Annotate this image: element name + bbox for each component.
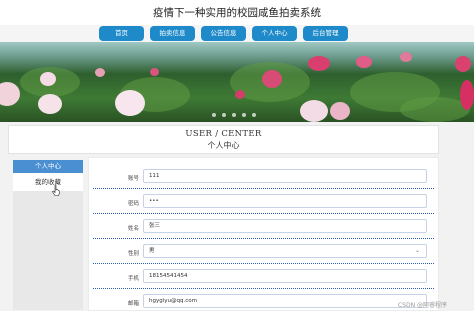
account-label: 账号 <box>127 176 139 182</box>
watermark: CSDN @阿睿程序 <box>398 302 448 309</box>
page-title-cn: 个人中心 <box>207 141 240 150</box>
nav-user-center-button[interactable]: 个人中心 <box>252 26 297 41</box>
row-divider <box>93 263 434 264</box>
gender-value: 男 <box>149 248 155 254</box>
chevron-down-icon: ⌄ <box>414 247 420 254</box>
form-row-name: 姓名 张三 <box>89 216 440 241</box>
name-input[interactable]: 张三 <box>143 219 427 233</box>
sidebar-item-favorites[interactable]: 我的收藏 <box>13 173 83 191</box>
banner-carousel[interactable] <box>0 42 474 122</box>
site-header: 疫情下一种实用的校园咸鱼拍卖系统 <box>0 0 474 25</box>
email-label: 邮箱 <box>127 301 139 307</box>
carousel-dot[interactable] <box>252 113 256 117</box>
form-row-account: 账号 111 <box>89 166 440 191</box>
user-sidebar: 个人中心 我的收藏 <box>13 160 83 310</box>
nav-admin-button[interactable]: 后台管理 <box>303 26 348 41</box>
carousel-dot[interactable] <box>232 113 236 117</box>
carousel-indicators <box>212 113 262 119</box>
name-label: 姓名 <box>127 226 139 232</box>
row-divider <box>93 213 434 214</box>
sidebar-item-user-center[interactable]: 个人中心 <box>13 160 83 173</box>
user-center-header: USER / CENTER 个人中心 <box>8 125 439 154</box>
phone-input[interactable]: 18154541454 <box>143 269 427 283</box>
gender-select[interactable]: 男 ⌄ <box>143 244 427 258</box>
nav-auction-button[interactable]: 拍卖信息 <box>150 26 195 41</box>
page-title-en: USER / CENTER <box>185 129 262 139</box>
email-input[interactable]: hgygiyu@qq.com <box>143 294 427 308</box>
hand-cursor-icon <box>52 185 60 196</box>
carousel-dot[interactable] <box>222 113 226 117</box>
row-divider <box>93 288 434 289</box>
carousel-dot[interactable] <box>212 113 216 117</box>
row-divider <box>93 188 434 189</box>
row-divider <box>93 238 434 239</box>
form-row-gender: 性别 男 ⌄ <box>89 241 440 266</box>
form-row-email: 邮箱 hgygiyu@qq.com <box>89 291 440 311</box>
password-input[interactable]: ••• <box>143 194 427 208</box>
main-nav: 首页 拍卖信息 公告信息 个人中心 后台管理 <box>0 25 474 42</box>
account-input[interactable]: 111 <box>143 169 427 183</box>
nav-home-button[interactable]: 首页 <box>99 26 144 41</box>
gender-label: 性别 <box>127 251 139 257</box>
profile-form: 账号 111 密码 ••• 姓名 张三 性别 男 ⌄ 手机 1815454145… <box>88 157 439 311</box>
form-row-phone: 手机 18154541454 <box>89 266 440 291</box>
password-label: 密码 <box>127 201 139 207</box>
site-title: 疫情下一种实用的校园咸鱼拍卖系统 <box>153 7 321 19</box>
phone-label: 手机 <box>127 276 139 282</box>
form-row-password: 密码 ••• <box>89 191 440 216</box>
carousel-dot[interactable] <box>242 113 246 117</box>
nav-notice-button[interactable]: 公告信息 <box>201 26 246 41</box>
